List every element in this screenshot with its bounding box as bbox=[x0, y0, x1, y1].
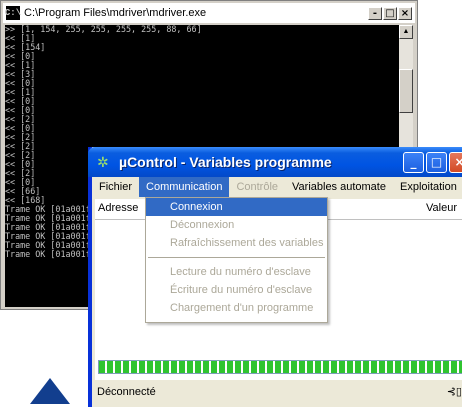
console-line: << [3] bbox=[5, 69, 36, 79]
console-minimize-button[interactable]: - bbox=[368, 6, 382, 20]
menu-item-ecriture-esclave[interactable]: Écriture du numéro d'esclave bbox=[146, 281, 327, 299]
connector-icon: ⊰▯ bbox=[446, 386, 462, 398]
console-title: C:\Program Files\mdriver\mdriver.exe bbox=[24, 7, 207, 19]
progress-fill bbox=[99, 361, 462, 373]
console-line: << [0] bbox=[5, 51, 36, 61]
console-line: << [0] bbox=[5, 78, 36, 88]
close-button[interactable]: × bbox=[449, 151, 462, 173]
console-close-button[interactable]: × bbox=[398, 6, 412, 20]
scroll-up-arrow-icon[interactable]: ▲ bbox=[399, 25, 413, 39]
menu-communication[interactable]: Communication bbox=[139, 177, 230, 197]
column-adresse[interactable]: Adresse bbox=[98, 202, 138, 214]
column-valeur[interactable]: Valeur bbox=[426, 202, 457, 214]
console-line: << [154] bbox=[5, 42, 46, 52]
console-icon: C:\ bbox=[4, 6, 22, 20]
minimize-button[interactable]: _ bbox=[403, 151, 424, 173]
console-titlebar[interactable]: C:\ C:\Program Files\mdriver\mdriver.exe… bbox=[3, 3, 415, 23]
menu-item-lecture-esclave[interactable]: Lecture du numéro d'esclave bbox=[146, 263, 327, 281]
menu-item-connexion[interactable]: Connexion bbox=[146, 198, 327, 216]
status-text: Déconnecté bbox=[97, 386, 156, 398]
app-titlebar[interactable]: ✲ µControl - Variables programme _ □ × bbox=[88, 147, 462, 177]
menu-item-rafraichissement[interactable]: Rafraîchissement des variables bbox=[146, 234, 327, 252]
menu-controle[interactable]: Contrôle bbox=[229, 177, 285, 197]
console-line: << [2] bbox=[5, 132, 36, 142]
menu-item-deconnexion[interactable]: Déconnexion bbox=[146, 216, 327, 234]
console-line: << [2] bbox=[5, 114, 36, 124]
app-title: µControl - Variables programme bbox=[119, 154, 332, 170]
menu-bar: Fichier Communication Contrôle Variables… bbox=[92, 177, 462, 197]
scroll-thumb[interactable] bbox=[399, 69, 413, 113]
console-line: << [0] bbox=[5, 123, 36, 133]
communication-dropdown: Connexion Déconnexion Rafraîchissement d… bbox=[145, 197, 328, 323]
maximize-button[interactable]: □ bbox=[426, 151, 447, 173]
console-line: << [0] bbox=[5, 96, 36, 106]
console-line: << [0] bbox=[5, 105, 36, 115]
console-line: << [1] bbox=[5, 60, 36, 70]
console-maximize-button[interactable]: □ bbox=[383, 6, 397, 20]
menu-item-chargement-programme[interactable]: Chargement d'un programme bbox=[146, 299, 327, 317]
console-line: << [1] bbox=[5, 33, 36, 43]
menu-variables-automate[interactable]: Variables automate bbox=[285, 177, 393, 197]
console-line: >> [1, 154, 255, 255, 255, 255, 88, 66] bbox=[5, 25, 202, 34]
menu-exploitation[interactable]: Exploitation bbox=[393, 177, 462, 197]
menu-fichier[interactable]: Fichier bbox=[92, 177, 139, 197]
blue-triangle-icon bbox=[30, 378, 70, 404]
progress-bar bbox=[98, 360, 462, 374]
console-line: << [1] bbox=[5, 87, 36, 97]
gear-icon: ✲ bbox=[97, 154, 109, 170]
status-bar: Déconnecté ⊰▯ bbox=[92, 380, 462, 407]
menu-separator bbox=[148, 257, 325, 258]
